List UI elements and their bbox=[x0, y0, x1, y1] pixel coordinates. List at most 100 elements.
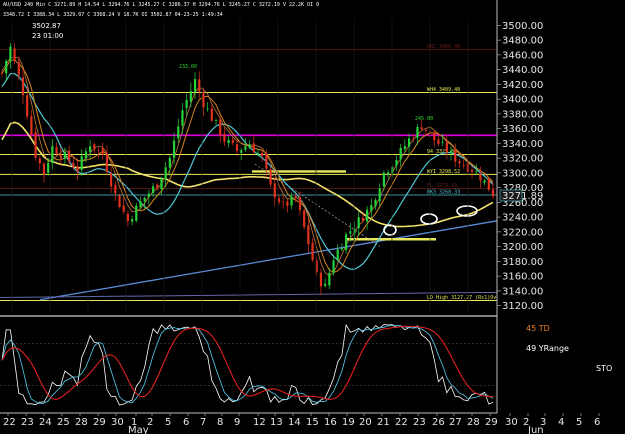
candle-body bbox=[340, 248, 344, 250]
candle-body bbox=[433, 132, 436, 141]
candle-body bbox=[399, 147, 402, 160]
candle-body bbox=[9, 46, 12, 62]
candle-body bbox=[101, 148, 104, 155]
y-tick-label: 3480.00 bbox=[502, 36, 543, 47]
candle-body bbox=[349, 231, 352, 234]
x-tick-label: 28 bbox=[75, 417, 88, 428]
candle-body bbox=[290, 196, 293, 206]
y-tick-label: 3200.00 bbox=[502, 242, 543, 253]
candle-body bbox=[38, 158, 41, 164]
x-tick-label: 30 bbox=[505, 417, 518, 428]
candle-body bbox=[412, 138, 415, 140]
y-tick-label: 3240.00 bbox=[502, 213, 543, 224]
candle-body bbox=[76, 166, 79, 172]
price-level-label: FL 3279.19 bbox=[427, 183, 457, 189]
candle-body bbox=[403, 146, 406, 150]
candle-body bbox=[420, 127, 423, 130]
x-tick-label: 13 bbox=[270, 417, 283, 428]
candle-body bbox=[273, 183, 276, 198]
x-tick-label: 6 bbox=[183, 417, 189, 428]
x-tick-label: 21 bbox=[377, 417, 390, 428]
x-tick-label: 22 bbox=[395, 417, 408, 428]
candle-body bbox=[345, 234, 348, 250]
candle-body bbox=[286, 201, 289, 206]
chart-header-subtitle: 3348.72 I 3388.34 L 3329.07 C 3368.24 V … bbox=[3, 12, 223, 18]
candle-body bbox=[80, 156, 83, 170]
y-tick-label: 3320.00 bbox=[502, 154, 543, 165]
candle-body bbox=[261, 152, 264, 156]
x-tick-label: 8 bbox=[217, 417, 223, 428]
candle-body bbox=[143, 197, 146, 202]
candle-body bbox=[424, 129, 427, 131]
candle-body bbox=[437, 139, 440, 145]
candle-body bbox=[483, 180, 486, 183]
candle-body bbox=[34, 132, 37, 158]
candle-body bbox=[26, 95, 29, 117]
candle-body bbox=[382, 172, 385, 187]
candle-body bbox=[311, 242, 314, 261]
x-tick-label: 23 bbox=[413, 417, 426, 428]
x-tick-label: 7 bbox=[200, 417, 206, 428]
x-tick-label: 29 bbox=[485, 417, 498, 428]
candle-body bbox=[332, 260, 335, 273]
candle-body bbox=[416, 126, 419, 138]
candle-body bbox=[374, 200, 377, 207]
candle-body bbox=[13, 48, 16, 61]
candle-body bbox=[110, 173, 113, 187]
candle-body bbox=[151, 186, 155, 194]
x-tick-label: 22 bbox=[3, 417, 16, 428]
y-tick-label: 3380.00 bbox=[502, 109, 543, 120]
candle-body bbox=[248, 144, 251, 148]
price-chart[interactable]: ORC 3466.98 WH4 3409.48 94 3325.30 WYI 3298… bbox=[0, 0, 625, 434]
candle-body bbox=[458, 160, 461, 164]
price-level-label: WYI 3298.52 bbox=[427, 169, 460, 175]
candle-body bbox=[210, 108, 213, 121]
candle-body bbox=[328, 272, 331, 286]
candle-body bbox=[454, 149, 457, 162]
candle-body bbox=[105, 153, 109, 172]
candle-body bbox=[206, 108, 209, 110]
y-tick-label: 3420.00 bbox=[502, 80, 543, 91]
x-tick-label: 15 bbox=[306, 417, 319, 428]
candle-body bbox=[470, 169, 474, 172]
last-price-value: 3502.87 bbox=[32, 22, 61, 30]
candle-body bbox=[294, 196, 297, 199]
x-tick-label: 14 bbox=[288, 417, 301, 428]
candle-body bbox=[357, 217, 360, 229]
candle-body bbox=[449, 150, 453, 154]
candle-body bbox=[386, 172, 390, 175]
candle-body bbox=[181, 110, 184, 126]
x-tick-label: 28 bbox=[467, 417, 480, 428]
candle-body bbox=[122, 205, 125, 212]
x-tick-label: 5 bbox=[165, 417, 171, 428]
candle-body bbox=[198, 79, 201, 92]
candle-body bbox=[336, 249, 339, 260]
candle-body bbox=[491, 189, 495, 197]
candle-body bbox=[177, 126, 180, 139]
candle-body bbox=[479, 173, 482, 181]
x-tick-label: 20 bbox=[359, 417, 372, 428]
candle-body bbox=[441, 142, 444, 144]
candle-body bbox=[256, 152, 260, 154]
candle-body bbox=[0, 73, 4, 74]
candle-body bbox=[193, 79, 197, 92]
candle-body bbox=[366, 209, 369, 222]
candle-body bbox=[139, 201, 142, 208]
current-price-label: 3271.89 bbox=[502, 191, 543, 202]
candle-body bbox=[227, 139, 230, 144]
candle-body bbox=[235, 144, 239, 151]
last-time-value: 23 01:00 bbox=[32, 32, 63, 40]
x-tick-label: 16 bbox=[324, 417, 337, 428]
candle-body bbox=[219, 119, 222, 136]
legend-49-yrange: 49 YRange bbox=[526, 344, 569, 353]
candle-body bbox=[126, 213, 129, 221]
candle-body bbox=[172, 140, 176, 158]
price-level-label: BK3 3268.33 bbox=[427, 190, 460, 196]
candle-body bbox=[147, 193, 150, 197]
candle-body bbox=[487, 178, 490, 190]
candle-body bbox=[445, 142, 448, 153]
x-tick-label: 30 bbox=[111, 417, 124, 428]
candle-body bbox=[59, 154, 62, 159]
candle-body bbox=[42, 163, 46, 175]
y-tick-label: 3340.00 bbox=[502, 139, 543, 150]
